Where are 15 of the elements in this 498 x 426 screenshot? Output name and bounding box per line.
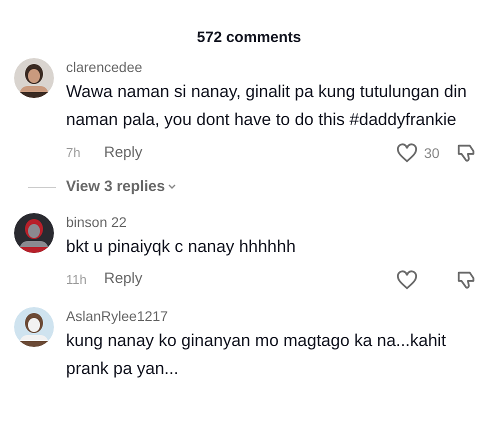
reply-link[interactable]: Reply: [104, 142, 142, 164]
username[interactable]: binson 22: [66, 212, 478, 230]
view-replies-link[interactable]: View 3 replies: [66, 176, 165, 198]
username[interactable]: clarencedee: [66, 58, 478, 76]
comment-time: 7h: [66, 144, 82, 162]
comments-count-title: 572 comments: [196, 28, 302, 48]
reply-link[interactable]: Reply: [104, 268, 142, 291]
comment-text: bkt u pinaiyqk c nanay hhhhhh: [66, 236, 297, 258]
username[interactable]: AslanRylee1217: [66, 306, 478, 324]
comment-time: 11h: [66, 270, 88, 289]
like-count: 30: [424, 144, 440, 162]
heart-icon[interactable]: [396, 143, 418, 163]
comment-text: Wawa naman si nanay, ginalit pa kung tutulungan din naman pala, you dont have to do this #daddyfrankie: [66, 81, 468, 131]
heart-icon[interactable]: [396, 270, 418, 290]
comment-text: kung nanay ko ginanyan mo magtago ka na...kahit prank pa yan...: [66, 330, 447, 380]
